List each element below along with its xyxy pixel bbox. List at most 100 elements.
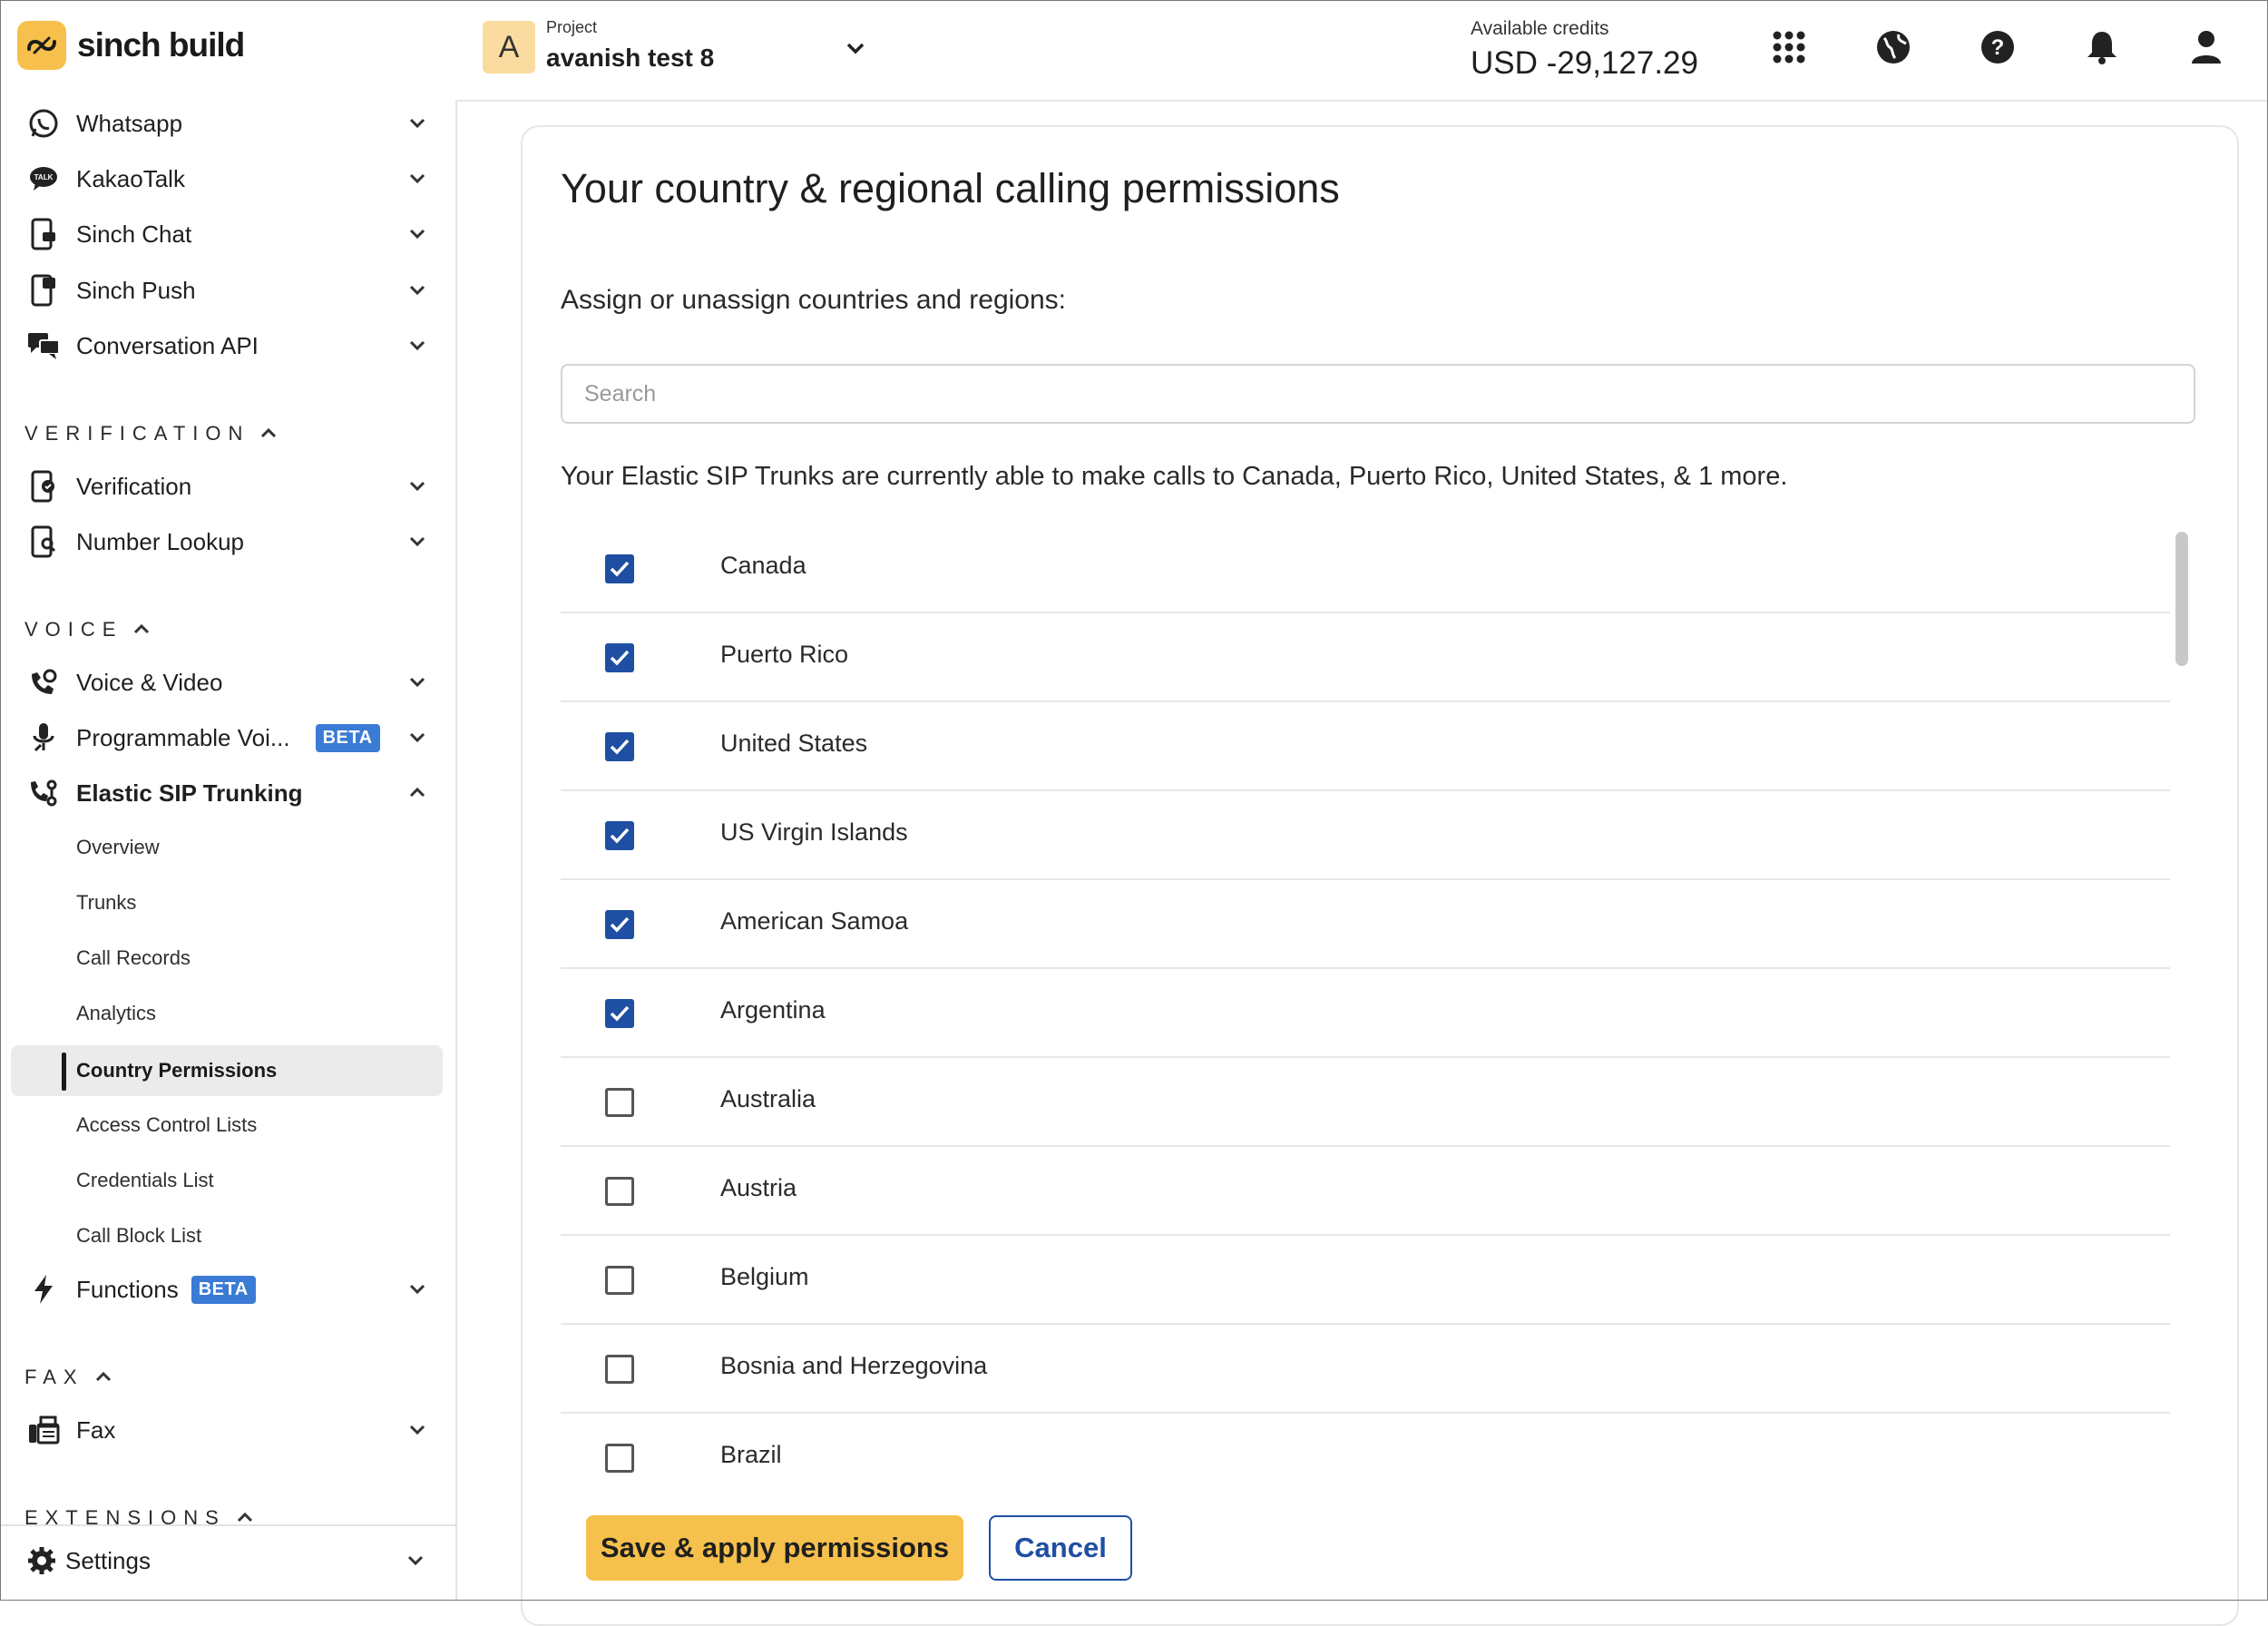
project-avatar[interactable]: A [483,21,535,73]
logo[interactable]: sinch build [17,20,245,71]
checkbox[interactable] [605,554,634,583]
list-item[interactable]: Canada [561,524,2170,613]
chevron-down-icon [409,340,425,351]
sidebar-subitem-call-records[interactable]: Call Records [76,940,191,976]
section-fax[interactable]: FAX [24,1363,115,1392]
project-chevron-down-icon[interactable] [840,33,871,64]
sidebar-item-number-lookup[interactable]: Number Lookup [25,518,430,565]
checkbox[interactable] [605,643,634,672]
sidebar-subitem-trunks[interactable]: Trunks [76,885,136,921]
list-item[interactable]: Argentina [561,969,2170,1058]
sidebar-subitem-country-permissions[interactable]: Country Permissions [76,1053,277,1089]
conversation-icon [25,328,62,364]
lightning-icon [25,1271,62,1308]
list-item[interactable]: Puerto Rico [561,613,2170,702]
cancel-button[interactable]: Cancel [989,1515,1132,1581]
chevron-down-icon [409,173,425,184]
chevron-up-icon [409,787,425,798]
checkbox[interactable] [605,1355,634,1384]
chevron-down-icon [409,481,425,492]
sidebar-subitem-access-control-lists[interactable]: Access Control Lists [76,1107,257,1143]
section-voice[interactable]: VOICE [24,615,153,644]
list-item[interactable]: US Virgin Islands [561,791,2170,880]
programmable-voice-icon [25,720,62,756]
chevron-down-icon [409,732,425,743]
sidebar-item-elastic-sip-trunking[interactable]: Elastic SIP Trunking [25,769,430,817]
sidebar-item-label: KakaoTalk [76,164,185,192]
sidebar-subitem-credentials-list[interactable]: Credentials List [76,1162,214,1199]
sidebar-subitem-call-block-list[interactable]: Call Block List [76,1218,201,1254]
country-name: Austria [720,1174,797,1201]
sidebar-item-voice-video[interactable]: Voice & Video [25,659,430,706]
scrollbar-track[interactable] [2170,524,2192,1484]
sidebar-item-sinch-push[interactable]: Sinch Push [25,267,430,314]
chevron-down-icon [409,285,425,296]
topbar: A Project avanish test 8 Available credi… [455,0,2268,102]
list-item[interactable]: Brazil [561,1414,2170,1484]
checkbox[interactable] [605,1444,634,1473]
sidebar-item-label: Number Lookup [76,527,244,555]
check-icon [610,828,630,844]
checkbox[interactable] [605,999,634,1028]
section-extensions[interactable]: EXTENSIONS [24,1504,257,1533]
save-apply-button[interactable]: Save & apply permissions [586,1515,963,1581]
beta-badge: BETA [315,723,380,752]
section-verification[interactable]: VERIFICATION [24,419,280,448]
country-name: Brazil [720,1441,782,1468]
project-label: Project [546,18,598,36]
chevron-down-icon [409,1284,425,1295]
user-icon[interactable] [2185,25,2228,69]
sidebar-item-functions[interactable]: Functions BETA [25,1266,430,1313]
bell-icon[interactable] [2080,25,2124,69]
globe-icon[interactable] [1872,25,1915,69]
sidebar-item-settings[interactable]: Settings [24,1537,428,1584]
country-name: Australia [720,1085,816,1112]
checkbox[interactable] [605,821,634,850]
credits-value: USD -29,127.29 [1471,45,1698,81]
chevron-up-icon [237,1512,252,1523]
scrollbar-thumb[interactable] [2175,532,2188,666]
check-icon [610,916,630,933]
country-name: Argentina [720,996,826,1024]
checkbox[interactable] [605,1088,634,1117]
country-list[interactable]: Canada Puerto Rico United States US Virg… [561,524,2170,1484]
sidebar-item-programmable-voice[interactable]: Programmable Voi... BETA [25,714,430,761]
sidebar-item-label: Programmable Voi... [76,723,290,751]
list-item[interactable]: American Samoa [561,880,2170,969]
checkbox[interactable] [605,1266,634,1295]
svg-text:?: ? [1991,35,2005,60]
number-lookup-icon [25,524,62,560]
search-input[interactable] [561,364,2195,424]
sidebar-item-kakaotalk[interactable]: TALK KakaoTalk [25,155,430,202]
country-name: United States [720,730,868,757]
list-item[interactable]: Belgium [561,1236,2170,1325]
chevron-down-icon [409,118,425,129]
sidebar-item-conversation-api[interactable]: Conversation API [25,322,430,369]
checkbox[interactable] [605,910,634,939]
list-item[interactable]: Australia [561,1058,2170,1147]
beta-badge: BETA [191,1275,256,1304]
sidebar-item-fax[interactable]: Fax [25,1406,430,1454]
list-item[interactable]: United States [561,702,2170,791]
sidebar-item-whatsapp[interactable]: Whatsapp [25,100,430,147]
sidebar-item-label: Verification [76,472,192,500]
check-icon [610,1005,630,1022]
help-icon[interactable]: ? [1976,25,2019,69]
apps-grid-icon[interactable] [1767,25,1811,69]
check-icon [610,650,630,666]
sidebar-item-verification[interactable]: Verification [25,463,430,510]
whatsapp-icon [25,105,62,142]
list-item[interactable]: Bosnia and Herzegovina [561,1325,2170,1414]
chevron-down-icon [409,536,425,547]
project-name[interactable]: avanish test 8 [546,44,714,73]
checkbox[interactable] [605,1177,634,1206]
sidebar-subitem-analytics[interactable]: Analytics [76,995,156,1032]
list-item[interactable]: Austria [561,1147,2170,1236]
sidebar-subitem-overview[interactable]: Overview [76,829,160,866]
chevron-up-icon [261,427,277,438]
chevron-down-icon [409,677,425,688]
checkbox[interactable] [605,732,634,761]
chevron-down-icon [409,229,425,240]
sip-icon [25,775,62,811]
sidebar-item-sinch-chat[interactable]: Sinch Chat [25,211,430,258]
